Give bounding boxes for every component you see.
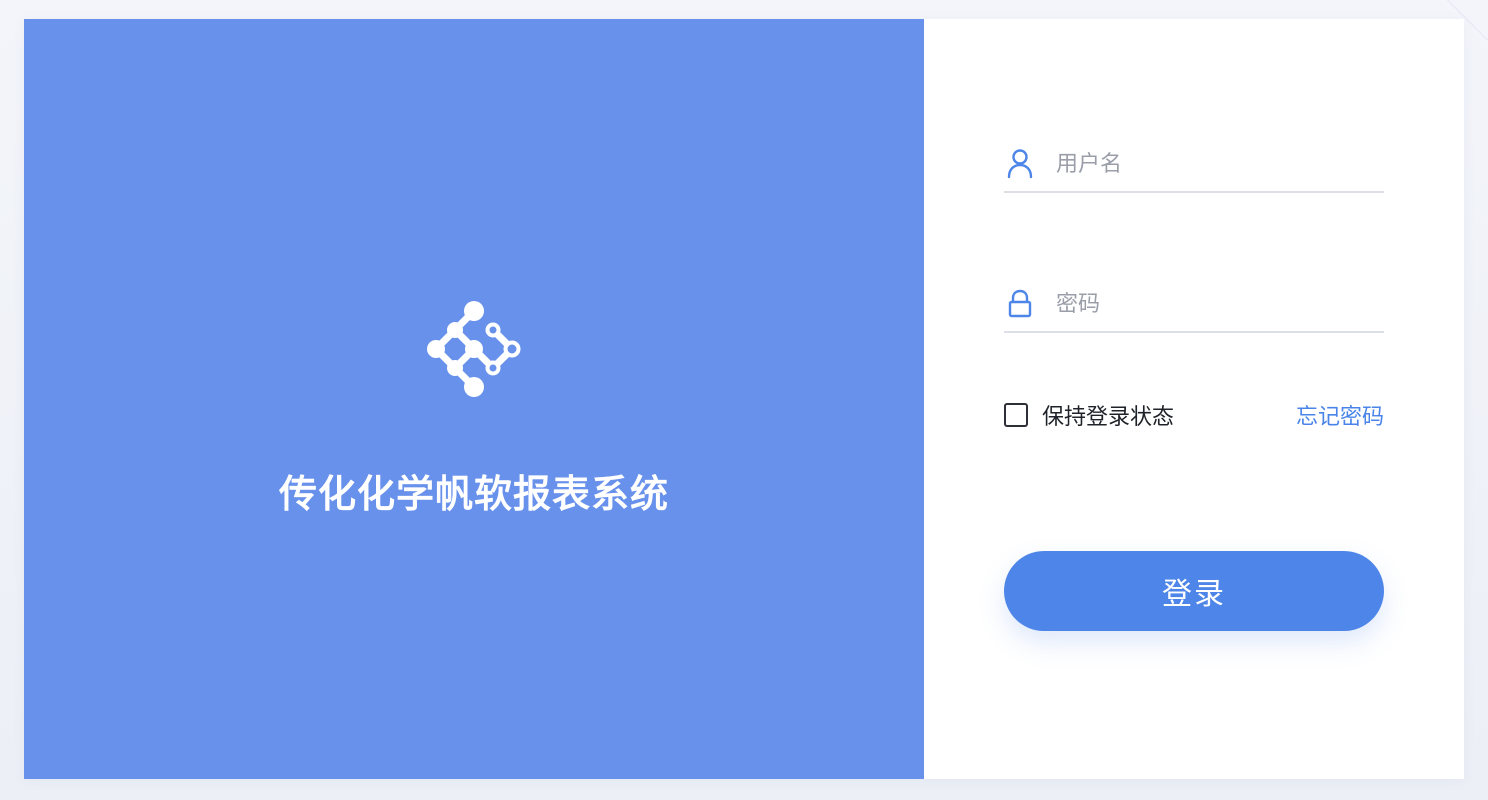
username-field-wrapper	[1004, 137, 1384, 193]
login-page: 传化化学帆软报表系统 用户名 保持登录状态 忘记密码 登录	[0, 0, 1488, 800]
remember-checkbox[interactable]	[1004, 403, 1028, 427]
login-button[interactable]: 登录	[1004, 551, 1384, 631]
remember-checkbox-label[interactable]: 保持登录状态	[1004, 399, 1174, 431]
remember-row: 保持登录状态 忘记密码	[1004, 399, 1384, 431]
app-title: 传化化学帆软报表系统	[278, 472, 669, 516]
login-card: 传化化学帆软报表系统 用户名 保持登录状态 忘记密码 登录	[24, 19, 1464, 779]
molecule-logo-icon	[424, 299, 524, 399]
user-icon	[1004, 148, 1036, 180]
remember-label: 保持登录状态	[1042, 405, 1175, 430]
password-field-wrapper	[1004, 277, 1384, 333]
brand-panel: 传化化学帆软报表系统	[24, 19, 924, 779]
lock-icon	[1004, 288, 1036, 320]
password-input[interactable]	[1056, 291, 1356, 317]
username-input[interactable]	[1056, 151, 1356, 177]
forgot-password-link[interactable]: 忘记密码	[1296, 399, 1384, 431]
login-panel: 保持登录状态 忘记密码 登录	[924, 19, 1464, 779]
